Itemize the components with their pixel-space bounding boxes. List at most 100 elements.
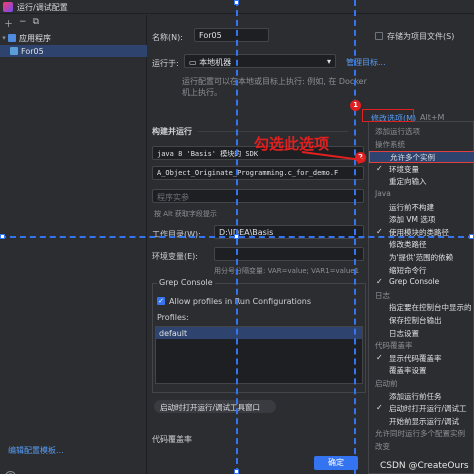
tree-item-label: 应用程序 [19, 33, 51, 43]
popup-menu-item[interactable]: 允许多个实例 [369, 151, 474, 164]
popup-menu-item[interactable]: 指定要在控制台中显示的 [369, 302, 474, 314]
popup-menu-item[interactable]: 添加 VM 选项 [369, 214, 474, 226]
step-badge-1: 1 [350, 100, 361, 111]
manage-targets-link[interactable]: 管理目标... [346, 57, 386, 68]
env-label: 环境变量(E): [152, 252, 198, 261]
checkmark-icon: ✓ [376, 277, 383, 287]
resize-handle[interactable] [234, 469, 239, 474]
popup-item-label: 启动时打开运行/调试工 [389, 404, 467, 414]
popup-item-label: 保存控制台输出 [389, 316, 442, 325]
popup-menu-item[interactable]: 保存控制台输出 [369, 315, 474, 327]
popup-section-header: 启动前 [369, 378, 474, 390]
popup-menu-item[interactable]: 重定向输入 [369, 176, 474, 188]
configuration-form: 名称(N): For05 运行于: ▭ 本地机器 ▾ 运行配置可以在本地或目标上… [148, 15, 368, 474]
popup-item-label: 日志设置 [389, 328, 419, 338]
popup-item-label: 添加运行前任务 [389, 391, 442, 401]
java-class-icon [10, 47, 18, 55]
chevron-down-icon: ▾ [326, 57, 331, 66]
checkmark-icon: ✓ [376, 352, 383, 362]
popup-item-label: 改变 [375, 442, 390, 451]
application-icon [8, 34, 16, 42]
checkmark-icon: ✓ [376, 163, 383, 173]
popup-menu-item[interactable]: 为'提供'范围的依赖 [369, 252, 474, 264]
popup-item-label: 允许同时运行多个配置实例 [375, 429, 465, 439]
name-field[interactable]: For05 [194, 28, 269, 42]
store-as-project-file-label: 存储为项目文件(S) [387, 32, 455, 41]
popup-item-label: 操作系统 [375, 139, 405, 149]
program-args-field[interactable]: 程序实参 [152, 189, 364, 203]
popup-menu-item[interactable]: 修改类路径 [369, 239, 474, 251]
description-line: 运行配置可以在本地或目标上执行: 例如, 在 Docker 容器中或使用 SSH… [182, 77, 368, 86]
popup-item-label: 开始前显示运行/调试 [389, 416, 460, 426]
popup-item-label: 修改类路径 [389, 240, 427, 250]
popup-item-label: 允许多个实例 [390, 153, 435, 163]
run-on-value: 本地机器 [199, 58, 232, 67]
allow-profiles-checkbox[interactable]: ✓ [157, 297, 165, 305]
checkmark-icon: ✓ [376, 403, 383, 413]
name-label: 名称(N): [152, 33, 183, 42]
add-icon[interactable]: ＋ [4, 17, 13, 30]
resize-handle[interactable] [469, 234, 474, 239]
popup-menu-item[interactable]: 添加运行前任务 [369, 391, 474, 403]
ok-button[interactable]: 确定 [314, 456, 358, 470]
popup-section-header: 日志 [369, 290, 474, 302]
popup-menu-item[interactable]: 日志设置 [369, 328, 474, 340]
popup-menu-item[interactable]: 运行前不构建 [369, 202, 474, 214]
popup-menu-item[interactable]: 开始前显示运行/调试 [369, 416, 474, 428]
popup-item-label: 添加运行选项 [375, 127, 420, 136]
popup-item-label: 添加 VM 选项 [389, 215, 436, 225]
popup-menu-item[interactable]: 缩短命令行 [369, 265, 474, 277]
coverage-label: 代码覆盖率 [152, 435, 192, 444]
field-hint: 按 Alt 获取字段提示 [154, 210, 217, 218]
configuration-tree-panel: ＋ − ⧉ ▾ 应用程序 For05 编辑配置模板... ? [0, 15, 147, 474]
popup-menu-item[interactable]: ✓ 显示代码覆盖率 [369, 353, 474, 365]
annotation-arrow [301, 151, 366, 164]
popup-section-header: 操作系统 [369, 139, 474, 151]
before-launch-tag[interactable]: 启动时打开运行/调试工具窗口 [154, 400, 276, 413]
popup-item-label: 启动前 [375, 379, 398, 388]
popup-section-header: 改变 [369, 441, 474, 453]
allow-profiles-label: Allow profiles in Run Configurations [169, 297, 312, 306]
popup-section-header: 允许同时运行多个配置实例 [369, 428, 474, 440]
remove-icon[interactable]: − [19, 17, 27, 27]
run-on-description: 运行配置可以在本地或目标上执行: 例如, 在 Docker 容器中或使用 SSH… [182, 76, 368, 100]
popup-item-label: Java [375, 189, 391, 198]
run-on-label: 运行于: [152, 59, 179, 68]
chevron-down-icon[interactable]: ▾ [0, 34, 8, 42]
edit-templates-link[interactable]: 编辑配置模板... [8, 445, 64, 456]
grep-console-title: Grep Console [157, 278, 215, 287]
profile-default-row[interactable]: default [156, 327, 362, 339]
popup-menu-item[interactable]: 覆盖率设置 [369, 365, 474, 377]
modify-options-popup: 添加运行选项 操作系统允许多个实例 ✓ 环境变量 重定向输入 Java 运行前不构建 添加 V… [368, 121, 474, 474]
highlight-modify-options [362, 109, 414, 122]
popup-item-label: 为'提供'范围的依赖 [389, 253, 454, 262]
popup-item-label: 运行前不构建 [389, 202, 434, 212]
watermark: CSDN @CreateOurs [380, 461, 469, 471]
popup-item-label: 重定向输入 [389, 177, 427, 187]
popup-menu-item[interactable]: ✓ 环境变量 [369, 164, 474, 176]
tree-item-application[interactable]: ▾ 应用程序 [0, 32, 147, 44]
popup-item-label: 代码覆盖率 [375, 341, 413, 351]
popup-section-header: Java [369, 189, 474, 201]
resize-handle[interactable] [234, 0, 239, 5]
popup-menu-item[interactable]: ✓ 启动时打开运行/调试工 [369, 403, 474, 415]
popup-section-header: 代码覆盖率 [369, 340, 474, 352]
intellij-logo-icon [3, 2, 13, 12]
popup-item-label: 缩短命令行 [389, 265, 427, 275]
description-line: 机上执行。 [182, 88, 222, 97]
store-as-project-file-checkbox[interactable] [375, 32, 383, 40]
profiles-list[interactable]: default [155, 326, 363, 384]
resize-handle[interactable] [0, 234, 5, 239]
build-run-heading: 构建并运行 [152, 127, 192, 136]
grep-console-group: Grep Console ✓ Allow profiles in Run Con… [152, 278, 366, 393]
run-on-select[interactable]: ▭ 本地机器 ▾ [184, 54, 336, 68]
copy-icon[interactable]: ⧉ [33, 17, 39, 27]
tree-toolbar: ＋ − ⧉ [4, 17, 39, 30]
resize-handle[interactable] [234, 234, 239, 239]
popup-menu-item[interactable]: ✓ Grep Console [369, 277, 474, 289]
checkmark-icon: ✓ [376, 226, 383, 236]
profiles-label: Profiles: [157, 313, 189, 322]
popup-item-label: 覆盖率设置 [389, 366, 427, 376]
popup-item-label: 指定要在控制台中显示的 [389, 303, 472, 313]
tree-item-for05[interactable]: For05 [0, 45, 147, 57]
